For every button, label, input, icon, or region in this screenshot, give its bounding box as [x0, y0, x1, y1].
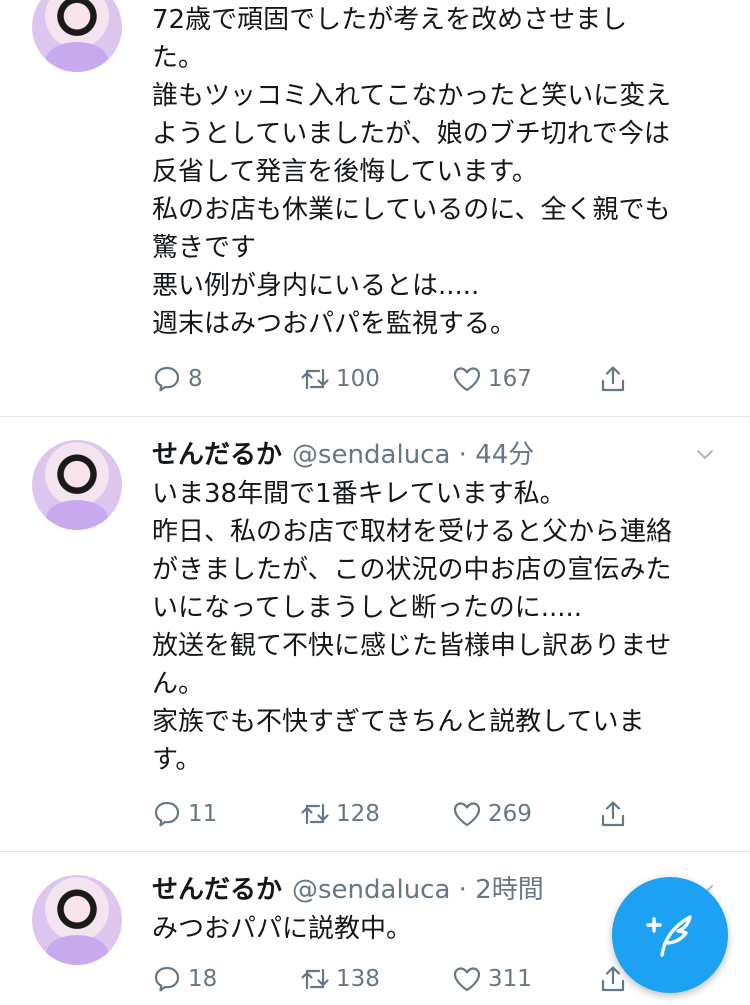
avatar[interactable] — [32, 875, 122, 965]
tweet-text: いま38年間で1番キレています私。 昨日、私のお店で取材を受けると父から連絡 が… — [152, 475, 722, 779]
compose-feather-icon — [646, 915, 692, 957]
heart-icon — [453, 367, 481, 392]
like-button[interactable]: 167 — [452, 359, 532, 399]
retweet-icon — [301, 803, 329, 825]
tweet-text-line: 週末はみつおパパを監視する。 — [152, 309, 517, 339]
share-icon — [601, 366, 625, 392]
tweet-text-line: 放送を観て不快に感じた皆様申し訳ありませ — [152, 631, 672, 661]
tweet-text-line: 悪い例が身内にいるとは..... — [152, 271, 480, 301]
tweet-text-line: 昨日、私のお店で取材を受けると父から連絡 — [152, 517, 673, 547]
reply-icon — [154, 966, 180, 992]
tweet-text: 72歳で頑固でしたが考えを改めさせまし た。 誰もツッコミ入れてこなかったと笑い… — [152, 1, 722, 343]
retweet-button[interactable]: 138 — [300, 959, 380, 999]
like-count: 311 — [488, 966, 532, 992]
tweet-text-line: ようとしていましたが、娘のブチ切れで今は — [152, 119, 670, 149]
like-button[interactable]: 269 — [452, 794, 532, 834]
reply-count: 8 — [188, 366, 203, 392]
tweet-text-line: 私のお店も休業にしているのに、全く親でも — [152, 195, 671, 225]
tweet-actions: 11 128 269 — [152, 794, 652, 834]
retweet-count: 100 — [336, 366, 380, 392]
share-button[interactable] — [598, 794, 634, 834]
avatar[interactable] — [32, 0, 122, 72]
retweet-button[interactable]: 100 — [300, 359, 380, 399]
reply-count: 18 — [188, 966, 218, 992]
reply-button[interactable]: 18 — [152, 959, 217, 999]
reply-button[interactable]: 11 — [152, 794, 217, 834]
display-name[interactable]: せんだるか — [152, 440, 282, 470]
retweet-count: 138 — [336, 966, 380, 992]
share-icon — [601, 801, 625, 827]
share-button[interactable] — [598, 359, 634, 399]
tweet-text-line: いになってしまうしと断ったのに..... — [152, 593, 583, 623]
reply-count: 11 — [188, 801, 218, 827]
tweet-text-line: いま38年間で1番キレています私。 — [152, 479, 566, 509]
tweet-actions: 8 100 167 — [152, 359, 652, 399]
chevron-down-icon[interactable] — [696, 446, 714, 464]
handle-time[interactable]: @sendaluca · 44分 — [292, 440, 534, 470]
tweet-actions: 18 138 311 — [152, 959, 652, 999]
retweet-icon — [301, 368, 329, 390]
heart-icon — [453, 967, 481, 992]
display-name[interactable]: せんだるか — [152, 875, 282, 905]
tweet-text-line: 72歳で頑固でしたが考えを改めさせまし — [152, 5, 628, 35]
tweet-text-line: がきましたが、この状況の中お店の宣伝みた — [152, 555, 672, 585]
tweet-text-line: 誰もツッコミ入れてこなかったと笑いに変え — [152, 81, 672, 111]
retweet-icon — [301, 968, 329, 990]
tweet-1[interactable]: 72歳で頑固でしたが考えを改めさせまし た。 誰もツッコミ入れてこなかったと笑い… — [0, 0, 750, 416]
reply-icon — [154, 366, 180, 392]
tweet-2[interactable]: せんだるか @sendaluca · 44分 いま38年間で1番キレています私。 … — [0, 417, 750, 851]
reply-button[interactable]: 8 — [152, 359, 203, 399]
compose-tweet-button[interactable] — [612, 877, 728, 993]
tweet-text-line: 家族でも不快すぎてきちんと説教していま — [152, 707, 645, 737]
heart-icon — [453, 802, 481, 827]
like-count: 269 — [488, 801, 532, 827]
avatar[interactable] — [32, 440, 122, 530]
like-count: 167 — [488, 366, 532, 392]
tweet-text-line: 反省して発言を後悔しています。 — [152, 157, 538, 187]
tweet-text-line: す。 — [152, 745, 202, 775]
handle-time[interactable]: @sendaluca · 2時間 — [292, 875, 544, 905]
tweet-header: せんだるか @sendaluca · 2時間 — [152, 870, 544, 910]
tweet-text-line: た。 — [152, 43, 205, 73]
retweet-button[interactable]: 128 — [300, 794, 380, 834]
tweet-header: せんだるか @sendaluca · 44分 — [152, 435, 534, 475]
like-button[interactable]: 311 — [452, 959, 532, 999]
reply-icon — [154, 801, 180, 827]
tweet-text-line: ん。 — [152, 669, 205, 699]
retweet-count: 128 — [336, 801, 380, 827]
tweet-text-line: 驚きです — [152, 233, 257, 263]
